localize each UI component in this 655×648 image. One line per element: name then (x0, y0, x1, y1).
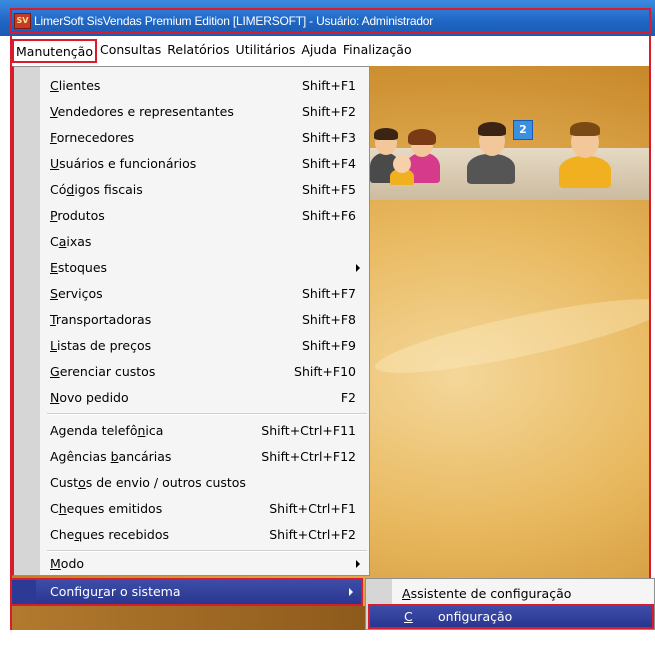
menu-item-shortcut: Shift+F4 (301, 156, 356, 171)
submenu-item-assistente[interactable]: Assistente de configuração (402, 582, 571, 606)
menu-item-configurar-sistema[interactable]: Configurar o sistema (10, 578, 363, 606)
menu-item-shortcut: Shift+Ctrl+F2 (269, 527, 356, 542)
menu-item-label: Serviços (50, 286, 103, 301)
menu-item-codigos-fiscais[interactable]: Códigos fiscais Shift+F5 (40, 177, 370, 203)
menu-item-shortcut: F2 (340, 390, 356, 405)
menu-separator (47, 413, 367, 415)
menu-item-label: Agências bancárias (50, 449, 172, 464)
menu-item-label: Novo pedido (50, 390, 129, 405)
menu-item-label: Códigos fiscais (50, 182, 143, 197)
menu-icon-gutter (12, 580, 36, 604)
menu-item-shortcut: Shift+F9 (301, 338, 356, 353)
menu-consultas[interactable]: Consultas (97, 39, 164, 63)
menu-item-clientes[interactable]: Clientes Shift+F1 (40, 73, 370, 99)
menu-item-label: Modo (50, 556, 85, 571)
background-streak (371, 285, 649, 387)
menu-item-cheques-emitidos[interactable]: Cheques emitidos Shift+Ctrl+F1 (40, 496, 370, 522)
family-icon[interactable] (368, 125, 448, 185)
menu-item-modo[interactable]: Modo (40, 553, 370, 575)
menu-item-label: Estoques (50, 260, 108, 275)
menu-item-label: Usuários e funcionários (50, 156, 197, 171)
menu-item-vendedores[interactable]: Vendedores e representantes Shift+F2 (40, 99, 370, 125)
menu-item-label: Caixas (50, 234, 92, 249)
menu-item-shortcut: Shift+F2 (301, 104, 356, 119)
window-title: LimerSoft SisVendas Premium Edition [LIM… (34, 14, 434, 28)
menu-relatorios[interactable]: Relatórios (164, 39, 232, 63)
menu-item-label: Vendedores e representantes (50, 104, 234, 119)
menu-item-produtos[interactable]: Produtos Shift+F6 (40, 203, 370, 229)
menu-item-shortcut: Shift+Ctrl+F11 (261, 423, 356, 438)
menu-item-label: Transportadoras (50, 312, 152, 327)
user-icon[interactable] (555, 120, 615, 190)
menu-item-servicos[interactable]: Serviços Shift+F7 (40, 281, 370, 307)
menu-item-cheques-recebidos[interactable]: Cheques recebidos Shift+Ctrl+F2 (40, 522, 370, 548)
menu-item-label: Agenda telefônica (50, 423, 164, 438)
menu-item-novo-pedido[interactable]: Novo pedido F2 (40, 385, 370, 411)
desktop-bottom-strip (12, 606, 365, 630)
menu-item-label: Clientes (50, 78, 101, 93)
menu-manutencao[interactable]: Manutenção (12, 39, 97, 63)
configurar-submenu: Assistente de configuração Configuração … (365, 578, 655, 645)
menu-item-label: Configurar o sistema (50, 584, 181, 599)
title-bar: SV LimerSoft SisVendas Premium Edition [… (0, 0, 655, 36)
menu-item-transportadoras[interactable]: Transportadoras Shift+F8 (40, 307, 370, 333)
menu-item-shortcut: Shift+F10 (294, 364, 356, 379)
submenu-item-configuracao-avancada[interactable]: Configuração avançada (368, 604, 654, 645)
menu-item-listas-precos[interactable]: Listas de preços Shift+F9 (40, 333, 370, 359)
submenu-arrow-icon (356, 560, 360, 568)
menu-item-usuarios[interactable]: Usuários e funcionários Shift+F4 (40, 151, 370, 177)
menu-item-shortcut: Shift+F7 (301, 286, 356, 301)
menu-item-gerenciar-custos[interactable]: Gerenciar custos Shift+F10 (40, 359, 370, 385)
menu-item-shortcut: Shift+F1 (301, 78, 356, 93)
menu-item-fornecedores[interactable]: Fornecedores Shift+F3 (40, 125, 370, 151)
menu-separator (47, 550, 367, 552)
menu-item-shortcut: Shift+F6 (301, 208, 356, 223)
notification-badge: 2 (513, 120, 533, 140)
menu-item-caixas[interactable]: Caixas (40, 229, 370, 255)
menu-bar: Manutenção Consultas Relatórios Utilitár… (10, 36, 651, 66)
menu-item-label: Custos de envio / outros custos (50, 475, 246, 490)
menu-item-estoques[interactable]: Estoques (40, 255, 370, 281)
menu-item-shortcut: Shift+F8 (301, 312, 356, 327)
menu-item-shortcut: Shift+Ctrl+F12 (261, 449, 356, 464)
menu-item-custos-envio[interactable]: Custos de envio / outros custos (40, 470, 370, 496)
title-bar-highlight: SV LimerSoft SisVendas Premium Edition [… (10, 8, 651, 34)
menu-icon-gutter (14, 67, 40, 575)
manutencao-dropdown: Clientes Shift+F1 Vendedores e represent… (12, 66, 370, 576)
menu-item-agencias-bancarias[interactable]: Agências bancárias Shift+Ctrl+F12 (40, 444, 370, 470)
submenu-arrow-icon (349, 588, 353, 596)
menu-item-shortcut: Shift+Ctrl+F1 (269, 501, 356, 516)
menu-utilitarios[interactable]: Utilitários (233, 39, 299, 63)
menu-item-label: Listas de preços (50, 338, 152, 353)
menu-item-label: Cheques recebidos (50, 527, 169, 542)
menu-item-label: Fornecedores (50, 130, 135, 145)
menu-item-label: Produtos (50, 208, 105, 223)
menu-item-shortcut: Shift+F3 (301, 130, 356, 145)
menu-item-agenda-telefonica[interactable]: Agenda telefônica Shift+Ctrl+F11 (40, 418, 370, 444)
menu-item-label: Cheques emitidos (50, 501, 163, 516)
menu-item-label: Gerenciar custos (50, 364, 156, 379)
submenu-arrow-icon (356, 264, 360, 272)
menu-finalizacao[interactable]: Finalização (340, 39, 415, 63)
menu-ajuda[interactable]: Ajuda (298, 39, 340, 63)
menu-item-shortcut: Shift+F5 (301, 182, 356, 197)
app-icon: SV (14, 13, 31, 29)
